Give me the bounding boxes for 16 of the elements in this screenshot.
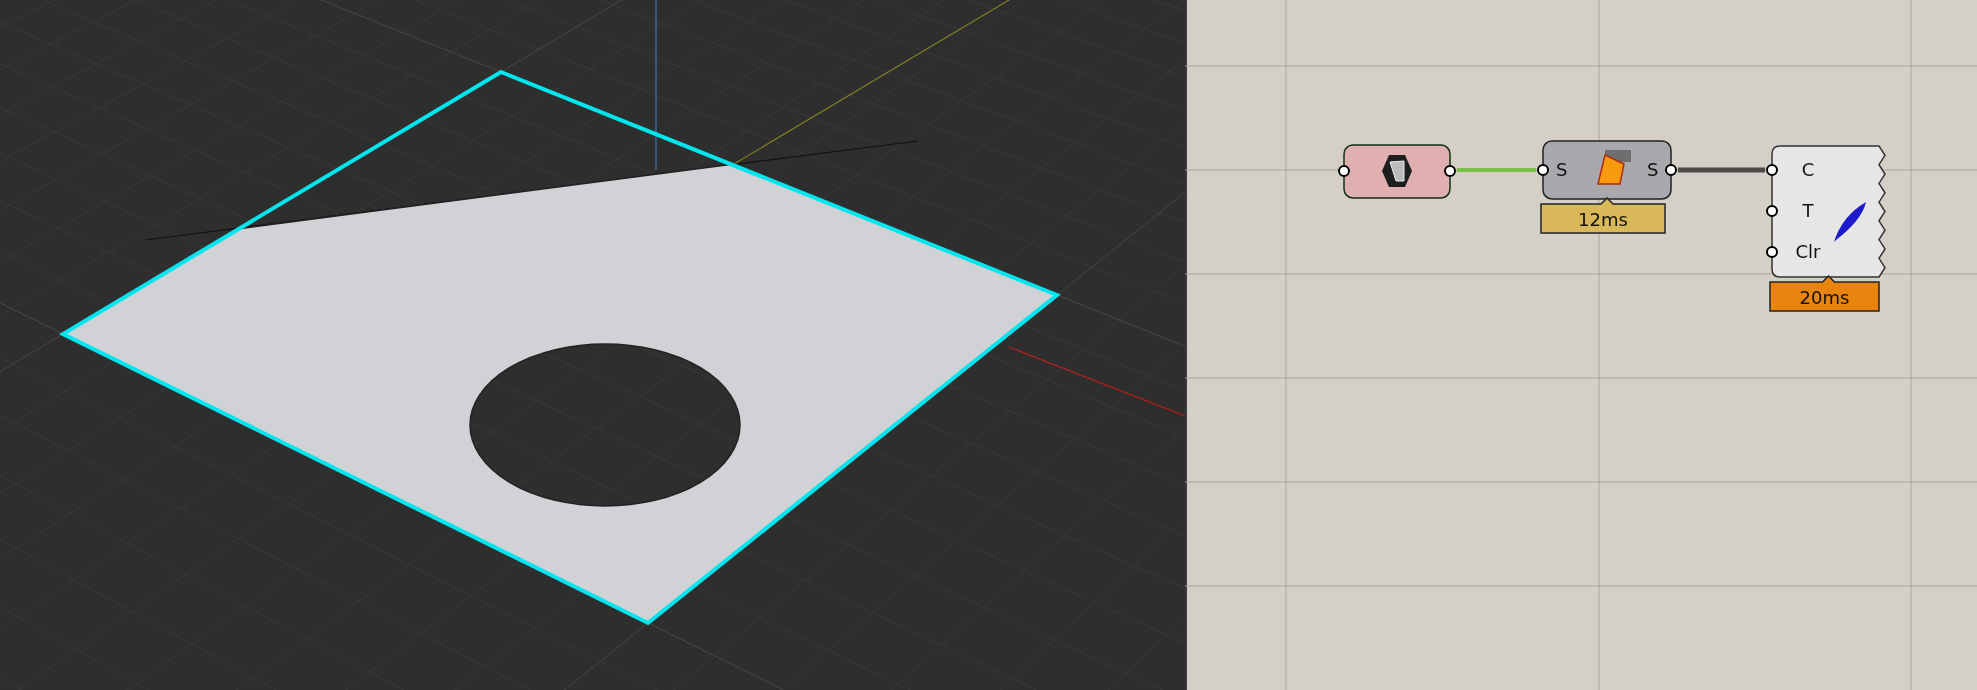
brush-stroke-icon xyxy=(1834,202,1866,242)
input-port[interactable] xyxy=(1766,246,1778,258)
input-port[interactable] xyxy=(1766,205,1778,217)
preview-node[interactable] xyxy=(1771,145,1886,278)
timer-text: 12ms xyxy=(1578,209,1628,230)
input-port[interactable] xyxy=(1766,164,1778,176)
timer-text: 20ms xyxy=(1799,287,1850,308)
3d-viewport[interactable] xyxy=(0,0,1185,690)
surface-icon xyxy=(1597,150,1631,185)
input-label: C xyxy=(1801,159,1815,180)
node-canvas[interactable]: S S 12ms C T Clr 20ms xyxy=(1185,0,1977,690)
input-label: Clr xyxy=(1795,241,1821,262)
input-label: S xyxy=(1556,159,1568,180)
hexagon-icon xyxy=(1382,155,1412,187)
input-label: T xyxy=(1802,200,1814,221)
output-label: S xyxy=(1647,159,1659,180)
